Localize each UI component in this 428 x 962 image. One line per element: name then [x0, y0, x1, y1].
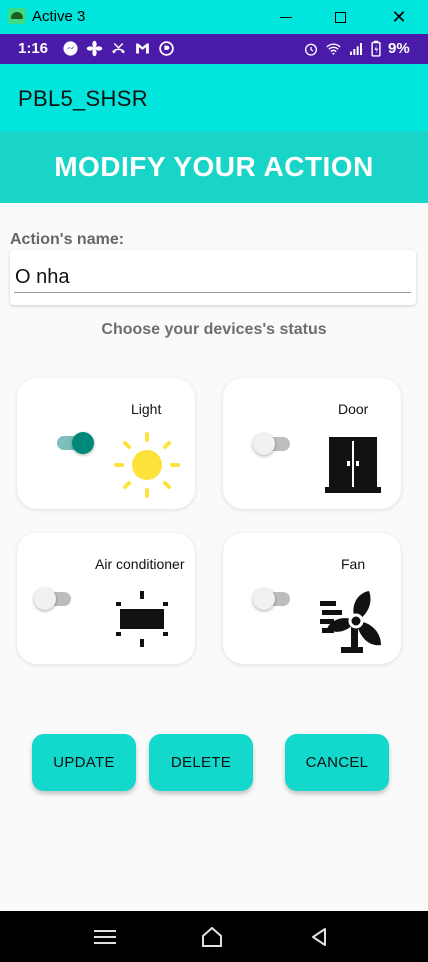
device-label-fan: Fan	[341, 556, 366, 572]
signal-icon	[350, 42, 362, 55]
battery-percentage: 9%	[388, 40, 410, 57]
input-underline	[14, 292, 411, 293]
door-toggle[interactable]	[253, 429, 295, 459]
status-bar: 1:16 9%	[0, 34, 428, 64]
gmail-icon	[136, 43, 149, 54]
toggle-thumb	[253, 588, 275, 610]
device-card-light: Light	[17, 378, 195, 509]
fan-toggle[interactable]	[253, 584, 295, 614]
missed-call-icon	[112, 43, 125, 54]
sun-icon	[114, 432, 180, 498]
light-toggle[interactable]	[54, 428, 96, 458]
window-title: Active 3	[32, 8, 86, 25]
update-button[interactable]: UPDATE	[32, 734, 136, 791]
battery-icon	[371, 40, 381, 57]
navigation-bar	[0, 911, 428, 962]
status-time: 1:16	[18, 40, 49, 57]
notification-icons	[62, 40, 175, 57]
maximize-icon	[334, 11, 346, 23]
fan-icon	[320, 591, 381, 653]
device-label-door: Door	[338, 401, 369, 417]
main-content: Action's name: O nha Choose your devices…	[0, 203, 428, 911]
device-card-door: Door	[223, 378, 401, 509]
device-label-light: Light	[131, 401, 162, 417]
close-button[interactable]: ✕	[384, 4, 414, 30]
app-notification-icon	[159, 41, 174, 56]
action-name-value: O nha	[15, 266, 70, 288]
device-card-air-conditioner: Air conditioner	[17, 533, 195, 664]
system-icons: 9%	[303, 40, 410, 57]
device-card-fan: Fan	[223, 533, 401, 664]
maximize-button[interactable]	[325, 4, 355, 30]
device-label-air-conditioner: Air conditioner	[95, 556, 185, 572]
window-titlebar: Active 3 ✕	[0, 0, 428, 34]
back-icon	[312, 928, 326, 946]
air-conditioner-icon	[116, 591, 168, 647]
alarm-icon	[305, 43, 317, 56]
action-name-label: Action's name:	[10, 231, 125, 248]
recents-icon	[94, 930, 116, 944]
minimize-icon	[280, 16, 292, 18]
recents-button[interactable]	[90, 923, 120, 951]
fan-app-icon	[86, 40, 103, 57]
minimize-button[interactable]	[271, 4, 301, 30]
toggle-thumb	[34, 588, 56, 610]
air-conditioner-toggle[interactable]	[34, 584, 76, 614]
toggle-thumb	[72, 432, 94, 454]
wifi-icon	[326, 43, 341, 55]
toggle-thumb	[253, 433, 275, 455]
android-app-icon	[8, 8, 26, 24]
messenger-icon	[63, 41, 78, 56]
back-button[interactable]	[304, 923, 334, 951]
door-icon	[325, 437, 381, 493]
delete-button[interactable]: DELETE	[149, 734, 253, 791]
close-icon: ✕	[391, 7, 407, 27]
page-header: MODIFY YOUR ACTION	[0, 131, 428, 203]
home-icon	[202, 927, 222, 947]
devices-subtitle: Choose your devices's status	[101, 321, 327, 338]
page-title: MODIFY YOUR ACTION	[54, 151, 374, 182]
app-title: PBL5_SHSR	[18, 86, 148, 111]
cancel-button[interactable]: CANCEL	[285, 734, 389, 791]
app-bar: PBL5_SHSR	[0, 64, 428, 131]
home-button[interactable]	[197, 923, 227, 951]
action-name-input[interactable]: O nha	[10, 250, 416, 305]
